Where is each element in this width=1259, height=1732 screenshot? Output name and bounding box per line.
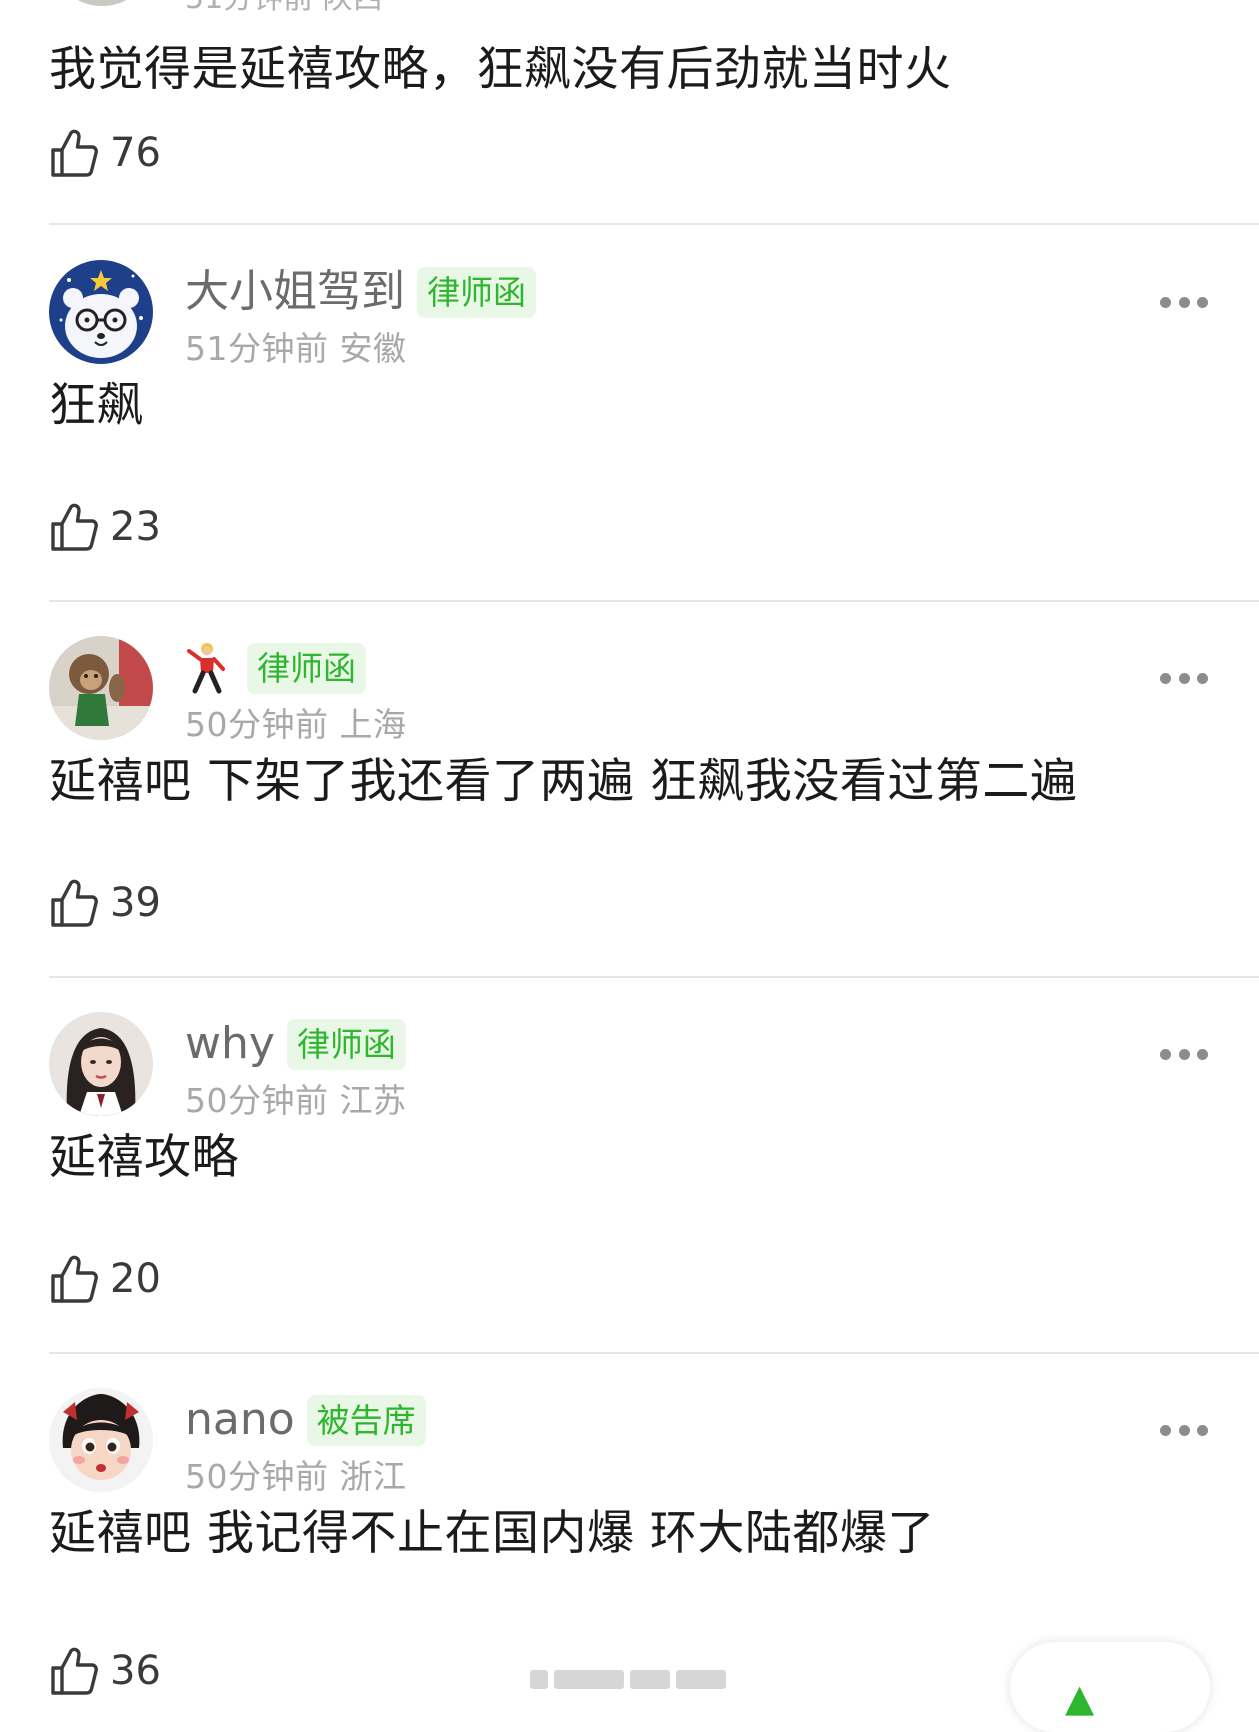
user-badge: 被告席 xyxy=(306,1394,426,1446)
woman-portrait-avatar xyxy=(49,1012,153,1116)
like-button[interactable]: 39 xyxy=(50,878,161,928)
floating-button-glyph: ▲ xyxy=(1065,1676,1095,1720)
user-badge: 律师函 xyxy=(247,642,366,694)
monkey-photo-avatar xyxy=(49,636,153,740)
thumbs-up-icon xyxy=(51,503,98,551)
like-button[interactable]: 23 xyxy=(50,502,161,552)
like-count: 76 xyxy=(110,130,161,176)
comment-item: 大小姐驾到 律师函 51分钟前 安徽 狂飙 23 xyxy=(0,224,1259,600)
name-row: 大小姐驾到 律师函 xyxy=(185,264,536,320)
comment-item: why 律师函 50分钟前 江苏 延禧攻略 20 xyxy=(0,976,1259,1352)
comment-meta: 50分钟前 江苏 xyxy=(185,1081,407,1120)
comment-text: 延禧攻略 xyxy=(49,1130,239,1185)
username[interactable]: nano xyxy=(185,1392,295,1448)
floating-action-button[interactable]: ▲ xyxy=(1010,1642,1210,1732)
name-row: 律师函 xyxy=(185,640,366,696)
comment-meta: 50分钟前 浙江 xyxy=(185,1457,407,1496)
more-options-icon[interactable] xyxy=(1160,670,1208,686)
avatar[interactable] xyxy=(49,1012,153,1116)
comment-item: 律师函 50分钟前 上海 延禧吧 下架了我还看了两遍 狂飙我没看过第二遍 39 xyxy=(0,600,1259,976)
name-row: why 律师函 xyxy=(185,1016,406,1072)
comment-text: 延禧吧 我记得不止在国内爆 环大陆都爆了 xyxy=(49,1506,935,1561)
comment-text: 延禧吧 下架了我还看了两遍 狂飙我没看过第二遍 xyxy=(49,754,1078,809)
username[interactable]: why xyxy=(185,1016,275,1072)
more-options-icon[interactable] xyxy=(1160,1422,1208,1438)
like-button[interactable]: 76 xyxy=(50,128,161,178)
comment-meta: 51分钟前 安徽 xyxy=(185,329,407,368)
avatar[interactable] xyxy=(49,260,153,364)
name-row: nano 被告席 xyxy=(185,1392,426,1448)
thumbs-up-icon xyxy=(51,1255,98,1303)
like-count: 23 xyxy=(110,504,161,550)
avatar[interactable] xyxy=(49,636,153,740)
dancing-person-icon xyxy=(187,643,225,694)
more-options-icon[interactable] xyxy=(1160,294,1208,310)
thumbs-up-icon xyxy=(51,879,98,927)
like-count: 20 xyxy=(110,1256,161,1302)
like-button[interactable]: 20 xyxy=(50,1254,161,1304)
avatar[interactable] xyxy=(66,0,138,6)
comment-text: 我觉得是延禧攻略，狂飙没有后劲就当时火 xyxy=(49,42,952,97)
bear-with-glasses-avatar xyxy=(49,260,153,364)
username[interactable]: 大小姐驾到 xyxy=(185,264,405,320)
comment-meta: 50分钟前 上海 xyxy=(185,705,407,744)
user-badge: 律师函 xyxy=(417,266,536,318)
comment-item: 51分钟前 陕西 我觉得是延禧攻略，狂飙没有后劲就当时火 76 xyxy=(0,0,1259,240)
cartoon-girl-avatar xyxy=(49,1388,153,1492)
avatar[interactable] xyxy=(49,1388,153,1492)
bottom-watermark xyxy=(530,1670,730,1689)
comment-meta: 51分钟前 陕西 xyxy=(185,0,383,14)
like-count: 39 xyxy=(110,880,161,926)
user-badge: 律师函 xyxy=(286,1018,406,1070)
thumbs-up-icon xyxy=(51,129,98,177)
comment-text: 狂飙 xyxy=(49,378,144,433)
more-options-icon[interactable] xyxy=(1160,1046,1208,1062)
